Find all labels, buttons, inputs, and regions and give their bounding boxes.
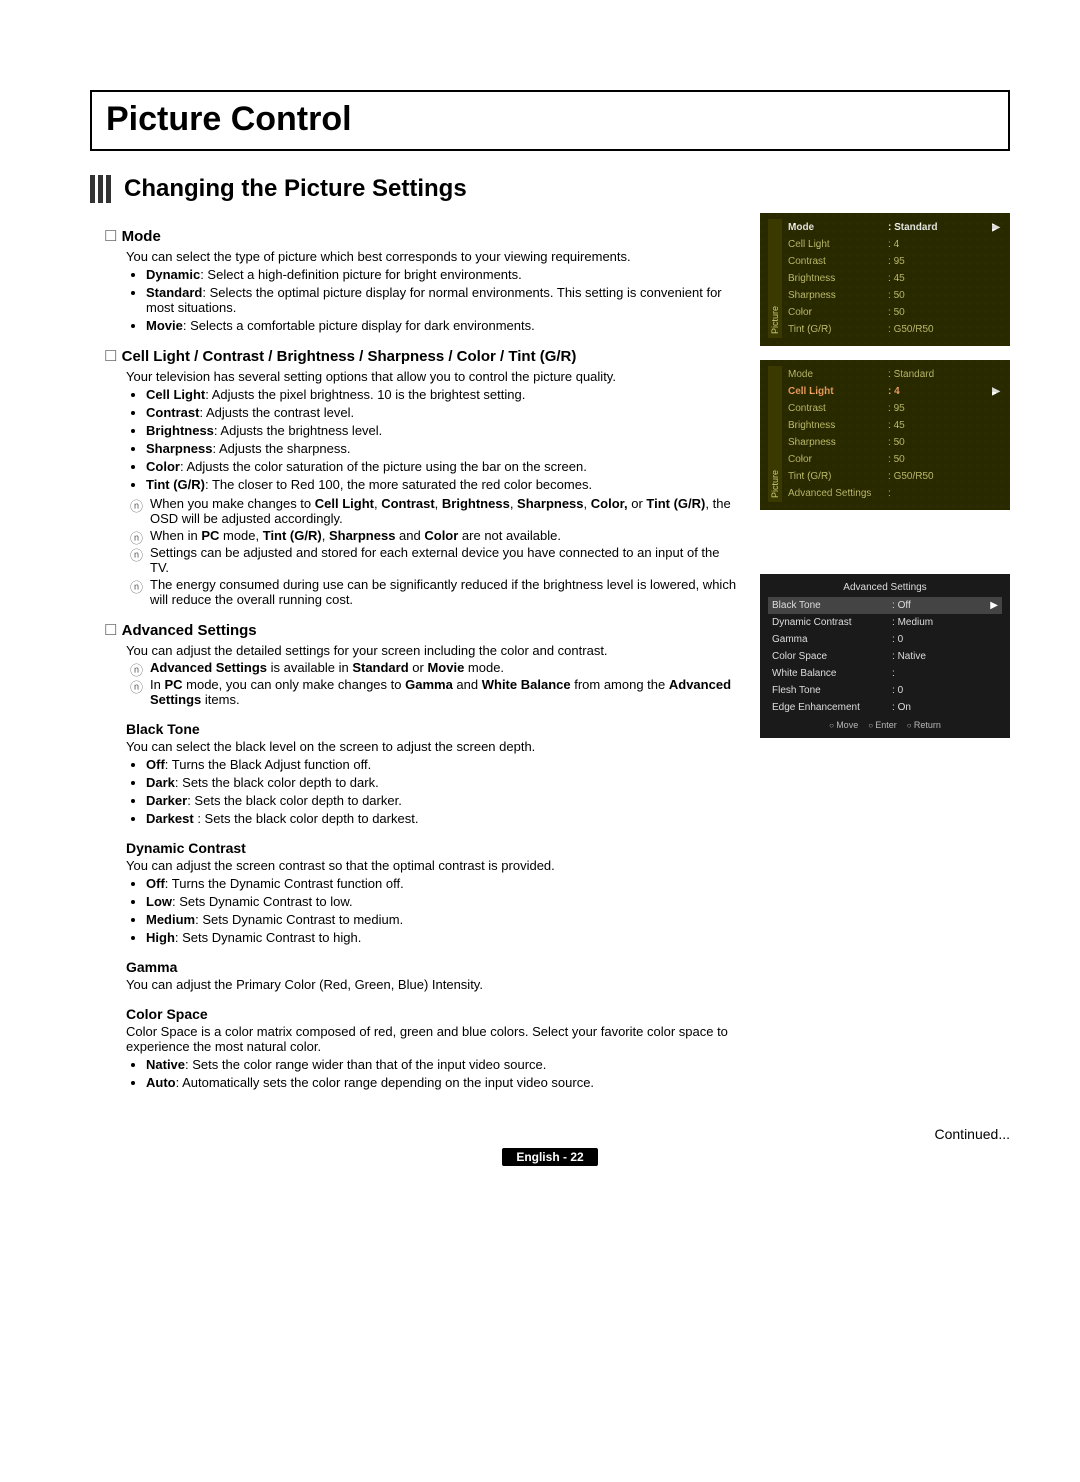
mode-list: Dynamic: Select a high-definition pictur… (130, 267, 740, 333)
osd-row: Tint (G/R)G50/R50 (786, 321, 1002, 338)
quality-heading: Cell Light / Contrast / Brightness / Sha… (104, 347, 740, 365)
colorspace-list: Native: Sets the color range wider than … (130, 1057, 740, 1090)
advanced-heading: Advanced Settings (104, 621, 740, 639)
arrow-right-icon: ▶ (986, 222, 1000, 233)
osd-row: Gamma0 (768, 631, 1002, 648)
list-item: Tint (G/R): The closer to Red 100, the m… (146, 477, 740, 492)
dyncontrast-heading: Dynamic Contrast (126, 840, 740, 856)
osd-advanced-settings: Advanced Settings Black ToneOff▶Dynamic … (760, 574, 1010, 738)
quality-note-1: When you make changes to Cell Light, Con… (130, 496, 740, 526)
list-item: Sharpness: Adjusts the sharpness. (146, 441, 740, 456)
osd-picture-celllight: Picture ModeStandardCell Light4▶Contrast… (760, 360, 1010, 510)
osd-row: Contrast95 (786, 400, 1002, 417)
osd-row: Cell Light4▶ (786, 383, 1002, 400)
list-item: Movie: Selects a comfortable picture dis… (146, 318, 740, 333)
blacktone-desc: You can select the black level on the sc… (126, 739, 740, 754)
page-title: Picture Control (106, 100, 994, 139)
advanced-intro: You can adjust the detailed settings for… (126, 643, 740, 658)
list-item: Color: Adjusts the color saturation of t… (146, 459, 740, 474)
osd-side-label: Picture (768, 366, 782, 502)
gamma-desc: You can adjust the Primary Color (Red, G… (126, 977, 740, 992)
advanced-note-2: In PC mode, you can only make changes to… (130, 677, 740, 707)
list-item: Dark: Sets the black color depth to dark… (146, 775, 740, 790)
quality-list: Cell Light: Adjusts the pixel brightness… (130, 387, 740, 492)
list-item: Standard: Selects the optimal picture di… (146, 285, 740, 315)
continued-label: Continued... (90, 1126, 1010, 1142)
blacktone-list: Off: Turns the Black Adjust function off… (130, 757, 740, 826)
arrow-right-icon: ▶ (984, 600, 998, 611)
osd-row: Brightness45 (786, 270, 1002, 287)
osd-row: Brightness45 (786, 417, 1002, 434)
accent-icon (90, 175, 114, 203)
advanced-note-1: Advanced Settings is available in Standa… (130, 660, 740, 675)
osd-row: Cell Light4 (786, 236, 1002, 253)
arrow-right-icon: ▶ (986, 386, 1000, 397)
list-item: Off: Turns the Black Adjust function off… (146, 757, 740, 772)
osd-footer-hint: Enter (868, 720, 897, 730)
list-item: Native: Sets the color range wider than … (146, 1057, 740, 1072)
dyncontrast-desc: You can adjust the screen contrast so th… (126, 858, 740, 873)
osd-row: Dynamic ContrastMedium (768, 614, 1002, 631)
osd-footer-hint: Move (829, 720, 858, 730)
colorspace-desc: Color Space is a color matrix composed o… (126, 1024, 740, 1054)
osd-row: Black ToneOff▶ (768, 597, 1002, 614)
quality-note-4: The energy consumed during use can be si… (130, 577, 740, 607)
list-item: Low: Sets Dynamic Contrast to low. (146, 894, 740, 909)
colorspace-heading: Color Space (126, 1006, 740, 1022)
title-box: Picture Control (90, 90, 1010, 151)
mode-heading: Mode (104, 227, 740, 245)
osd-row: ModeStandard▶ (786, 219, 1002, 236)
page-subtitle: Changing the Picture Settings (124, 175, 467, 203)
osd-picture-mode: Picture ModeStandard▶Cell Light4Contrast… (760, 213, 1010, 346)
list-item: Darker: Sets the black color depth to da… (146, 793, 740, 808)
osd-row: Flesh Tone0 (768, 682, 1002, 699)
list-item: Medium: Sets Dynamic Contrast to medium. (146, 912, 740, 927)
section-heading: Changing the Picture Settings (90, 175, 1010, 203)
list-item: Darkest : Sets the black color depth to … (146, 811, 740, 826)
osd-row: Color50 (786, 304, 1002, 321)
blacktone-heading: Black Tone (126, 721, 740, 737)
mode-intro: You can select the type of picture which… (126, 249, 740, 264)
list-item: Dynamic: Select a high-definition pictur… (146, 267, 740, 282)
quality-note-2: When in PC mode, Tint (G/R), Sharpness a… (130, 528, 740, 543)
list-item: High: Sets Dynamic Contrast to high. (146, 930, 740, 945)
osd-title: Advanced Settings (768, 580, 1002, 597)
osd-side-label: Picture (768, 219, 782, 338)
osd-row: Sharpness50 (786, 287, 1002, 304)
quality-intro: Your television has several setting opti… (126, 369, 740, 384)
quality-note-3: Settings can be adjusted and stored for … (130, 545, 740, 575)
page-footer: English - 22 (90, 1148, 1010, 1166)
list-item: Auto: Automatically sets the color range… (146, 1075, 740, 1090)
osd-footer-hint: Return (907, 720, 941, 730)
osd-row: ModeStandard (786, 366, 1002, 383)
gamma-heading: Gamma (126, 959, 740, 975)
list-item: Contrast: Adjusts the contrast level. (146, 405, 740, 420)
osd-row: Edge EnhancementOn (768, 699, 1002, 716)
list-item: Cell Light: Adjusts the pixel brightness… (146, 387, 740, 402)
osd-row: White Balance (768, 665, 1002, 682)
dyncontrast-list: Off: Turns the Dynamic Contrast function… (130, 876, 740, 945)
list-item: Brightness: Adjusts the brightness level… (146, 423, 740, 438)
osd-row: Advanced Settings (786, 485, 1002, 502)
osd-row: Tint (G/R)G50/R50 (786, 468, 1002, 485)
osd-row: Contrast95 (786, 253, 1002, 270)
list-item: Off: Turns the Dynamic Contrast function… (146, 876, 740, 891)
osd-row: Color SpaceNative (768, 648, 1002, 665)
osd-row: Sharpness50 (786, 434, 1002, 451)
osd-row: Color50 (786, 451, 1002, 468)
